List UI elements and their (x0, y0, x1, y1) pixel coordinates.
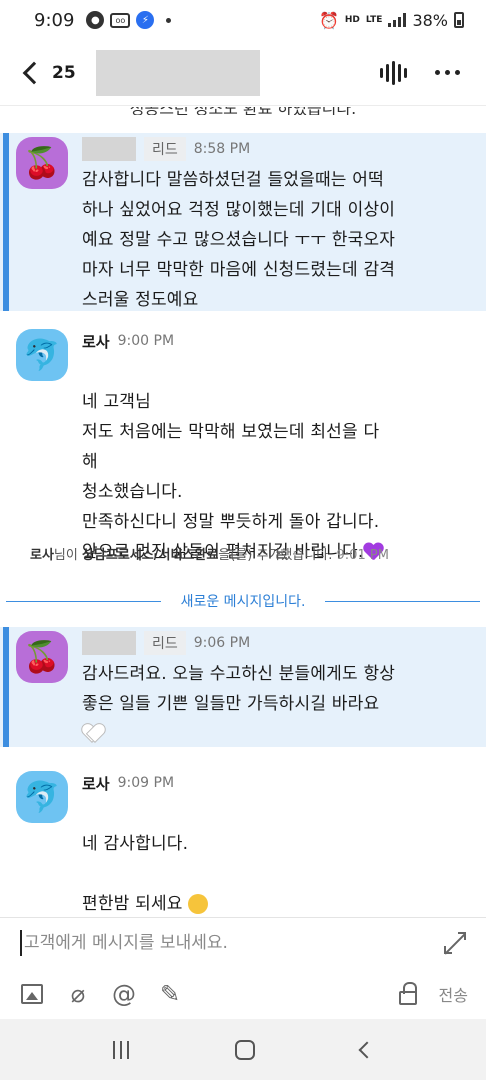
sender-name-redacted (82, 631, 136, 655)
role-badge: 리드 (144, 137, 186, 161)
battery-percent: 38% (412, 10, 448, 30)
mention-icon[interactable]: @ (112, 980, 136, 1008)
customer-name-redacted (95, 49, 260, 96)
system-time: 9:01 PM (336, 548, 389, 563)
message-composer: ⌀ @ ✎ 전송 (0, 917, 486, 1019)
battery-icon (454, 12, 464, 28)
voicemail-icon: oo (110, 12, 131, 28)
dolphin-avatar-icon: 🐬 (16, 329, 68, 381)
home-icon[interactable] (235, 1039, 255, 1060)
lock-icon[interactable] (398, 982, 417, 1005)
sender-name: 로사 (82, 332, 110, 351)
message-text: 감사드려요. 오늘 수고하신 분들에게도 항상 좋은 일들 기쁜 일들만 가득하… (82, 664, 396, 714)
message-input[interactable] (24, 933, 424, 953)
signal-icon (388, 13, 407, 27)
system-actor: 로사 (30, 548, 54, 563)
cherry-avatar-icon: 🍒 (16, 631, 68, 683)
status-time: 9:09 (34, 9, 75, 31)
role-badge: 리드 (144, 631, 186, 655)
messenger-icon: ⚡ (136, 11, 155, 29)
chat-area[interactable]: 성공스런 청소도 환료 하였습니다. 🍒 리드 8:58 PM 감사합니다 말씀… (0, 107, 486, 917)
system-note: 로사님이 상담프로세스/서비스완료을(를) 추가했습니다. 9:01 PM (30, 544, 470, 563)
back-button[interactable]: 25 (20, 61, 76, 84)
message-agent-2[interactable]: 🐬 로사 9:09 PM 네 감사합니다. 편한밤 되세요 (0, 767, 486, 914)
message-text: 네 감사합니다. 편한밤 되세요 (82, 799, 209, 917)
system-tag: 상담프로세스/서비스완료 (81, 548, 219, 563)
message-text-wrap: 네 고객님 저도 처음에는 막막해 보였는데 최선을 다 해 청소했습니다. 만… (82, 357, 383, 567)
back-nav-icon[interactable] (358, 1041, 376, 1058)
message-line: 네 감사합니다. (82, 834, 189, 854)
note-icon[interactable]: ✎ (158, 980, 182, 1008)
hugging-face-icon (188, 894, 209, 914)
system-navbar (0, 1019, 486, 1080)
message-text: 네 고객님 저도 처음에는 막막해 보였는데 최선을 다 해 청소했습니다. 만… (82, 392, 380, 562)
message-text: 감사합니다 말씀하셨던걸 들었을때는 어떡 하나 싶었어요 걱정 많이했는데 기… (82, 170, 396, 310)
image-icon[interactable] (20, 982, 44, 1006)
message-time: 9:09 PM (117, 775, 175, 791)
status-bar: 9:09 ● oo ⚡ ⏰ HD LTE 38% (0, 0, 486, 40)
back-chevron-icon (22, 61, 46, 84)
unread-count: 25 (52, 62, 76, 83)
voice-icon[interactable] (380, 60, 407, 85)
more-notifications-icon (166, 17, 172, 23)
new-messages-divider: 새로운 메시지입니다. (0, 591, 486, 611)
alarm-icon: ⏰ (318, 10, 339, 30)
white-heart-icon (82, 724, 102, 742)
cherry-avatar-icon: 🍒 (16, 137, 68, 189)
system-suffix: 을(를) 추가했습니다. (218, 548, 333, 563)
recent-apps-icon[interactable] (113, 1040, 129, 1059)
send-button[interactable]: 전송 (431, 976, 476, 1012)
sender-name-redacted (82, 137, 136, 161)
expand-icon[interactable] (444, 932, 466, 954)
message-time: 8:58 PM (193, 141, 251, 157)
new-messages-label: 새로운 메시지입니다. (180, 594, 306, 610)
message-time: 9:00 PM (117, 333, 175, 349)
more-icon[interactable] (435, 70, 460, 75)
hd-voice-icon: HD (344, 14, 360, 25)
message-customer-2[interactable]: 🍒 리드 9:06 PM 감사드려요. 오늘 수고하신 분들에게도 항상 좋은 … (0, 627, 486, 747)
message-customer-1[interactable]: 🍒 리드 8:58 PM 감사합니다 말씀하셨던걸 들었을때는 어떡 하나 싶었… (0, 133, 486, 311)
attach-icon[interactable]: ⌀ (66, 980, 90, 1008)
message-time: 9:06 PM (193, 635, 251, 651)
chat-header: 25 (0, 40, 486, 106)
message-line: 편한밤 되세요 (82, 894, 183, 914)
message-agent-1[interactable]: 🐬 로사 9:00 PM 네 고객님 저도 처음에는 막막해 보였는데 최선을 … (0, 325, 486, 562)
lte-icon: LTE (365, 14, 383, 25)
system-middle: 님이 (53, 548, 82, 563)
cut-off-message: 성공스런 청소도 환료 하였습니다. (0, 107, 486, 115)
dolphin-avatar-icon: 🐬 (16, 771, 68, 823)
chat-notification-icon: ● (86, 11, 105, 29)
text-caret (20, 930, 22, 956)
sender-name: 로사 (82, 774, 110, 793)
